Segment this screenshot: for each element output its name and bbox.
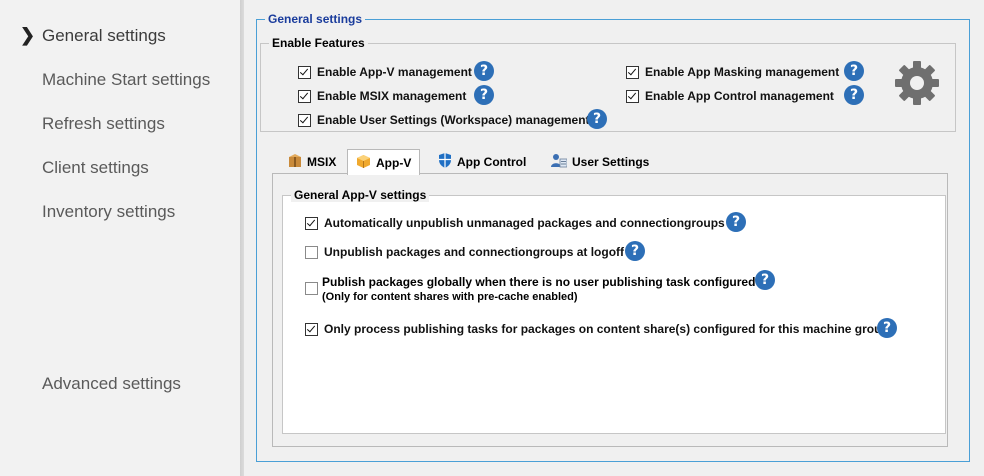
auto-unpublish-checkbox[interactable]: Automatically unpublish unmanaged packag… — [305, 216, 725, 230]
checkbox-label: Publish packages globally when there is … — [322, 275, 756, 289]
publish-globally-label: Publish packages globally when there is … — [322, 275, 755, 305]
nav-inventory-settings[interactable]: Inventory settings — [42, 202, 175, 222]
chevron-right-icon: ❯ — [20, 25, 36, 45]
checkbox-checked-icon — [298, 89, 311, 103]
checkbox-label: Enable App Masking management — [645, 65, 840, 79]
package-icon — [288, 153, 302, 171]
help-icon[interactable]: ? — [625, 241, 645, 261]
sidebar: ❯ General settings Machine Start setting… — [0, 0, 244, 476]
tab-appv[interactable]: App-V — [347, 149, 421, 175]
nav-client-settings[interactable]: Client settings — [42, 158, 149, 178]
checkbox-checked-icon — [626, 65, 639, 79]
enable-features-title: Enable Features — [272, 36, 365, 50]
help-icon[interactable]: ? — [474, 85, 494, 105]
checkbox-label: Unpublish packages and connectiongroups … — [324, 245, 625, 259]
enable-appv-checkbox[interactable]: Enable App-V management — [298, 65, 472, 79]
checkbox-label: Automatically unpublish unmanaged packag… — [324, 216, 725, 230]
nav-label: General settings — [42, 26, 166, 45]
nav-advanced-settings[interactable]: Advanced settings — [42, 374, 181, 394]
enable-app-masking-checkbox[interactable]: Enable App Masking management — [626, 65, 839, 79]
enable-user-settings-checkbox[interactable]: Enable User Settings (Workspace) managem… — [298, 113, 590, 127]
tab-label: App-V — [376, 155, 412, 170]
tab-user-settings[interactable]: User Settings — [543, 150, 657, 174]
tab-label: MSIX — [307, 155, 337, 169]
help-icon[interactable]: ? — [474, 61, 494, 81]
unpublish-at-logoff-checkbox[interactable]: Unpublish packages and connectiongroups … — [305, 245, 624, 259]
checkbox-label: Only process publishing tasks for packag… — [324, 322, 889, 336]
help-icon[interactable]: ? — [844, 61, 864, 81]
checkbox-unchecked-icon — [305, 245, 318, 259]
only-process-content-share-checkbox[interactable]: Only process publishing tasks for packag… — [305, 322, 889, 336]
tab-label: App Control — [457, 155, 527, 169]
checkbox-checked-icon — [298, 113, 311, 127]
tab-msix[interactable]: MSIX — [280, 150, 344, 174]
general-appv-settings-title: General App-V settings — [291, 188, 430, 202]
checkbox-unchecked-icon — [305, 282, 318, 295]
checkbox-label: Enable User Settings (Workspace) managem… — [317, 113, 590, 127]
checkbox-checked-icon — [305, 322, 318, 336]
main-panel: General settings Enable Features Enable … — [244, 0, 984, 476]
appv-tab-panel: General App-V settings — [272, 173, 948, 447]
gear-icon — [894, 60, 940, 110]
general-settings-title: General settings — [268, 12, 363, 26]
help-icon[interactable]: ? — [587, 109, 607, 129]
checkbox-checked-icon — [626, 89, 639, 103]
appv-package-icon — [356, 154, 371, 172]
help-icon[interactable]: ? — [726, 212, 746, 232]
checkbox-label: Enable App Control management — [645, 89, 834, 103]
help-icon[interactable]: ? — [877, 318, 897, 338]
shield-icon — [438, 153, 452, 171]
checkbox-checked-icon — [305, 216, 318, 230]
nav-refresh-settings[interactable]: Refresh settings — [42, 114, 165, 134]
enable-msix-checkbox[interactable]: Enable MSIX management — [298, 89, 466, 103]
help-icon[interactable]: ? — [755, 270, 775, 290]
tab-label: User Settings — [572, 155, 650, 169]
help-icon[interactable]: ? — [844, 85, 864, 105]
nav-general-settings[interactable]: ❯ General settings — [20, 25, 166, 46]
checkbox-label: Enable MSIX management — [317, 89, 467, 103]
checkbox-checked-icon — [298, 65, 311, 79]
tab-app-control[interactable]: App Control — [430, 150, 534, 174]
checkbox-label: Enable App-V management — [317, 65, 472, 79]
checkbox-sublabel: (Only for content shares with pre-cache … — [322, 291, 578, 303]
nav-machine-start-settings[interactable]: Machine Start settings — [42, 70, 210, 90]
enable-app-control-checkbox[interactable]: Enable App Control management — [626, 89, 834, 103]
user-settings-icon — [551, 153, 568, 171]
